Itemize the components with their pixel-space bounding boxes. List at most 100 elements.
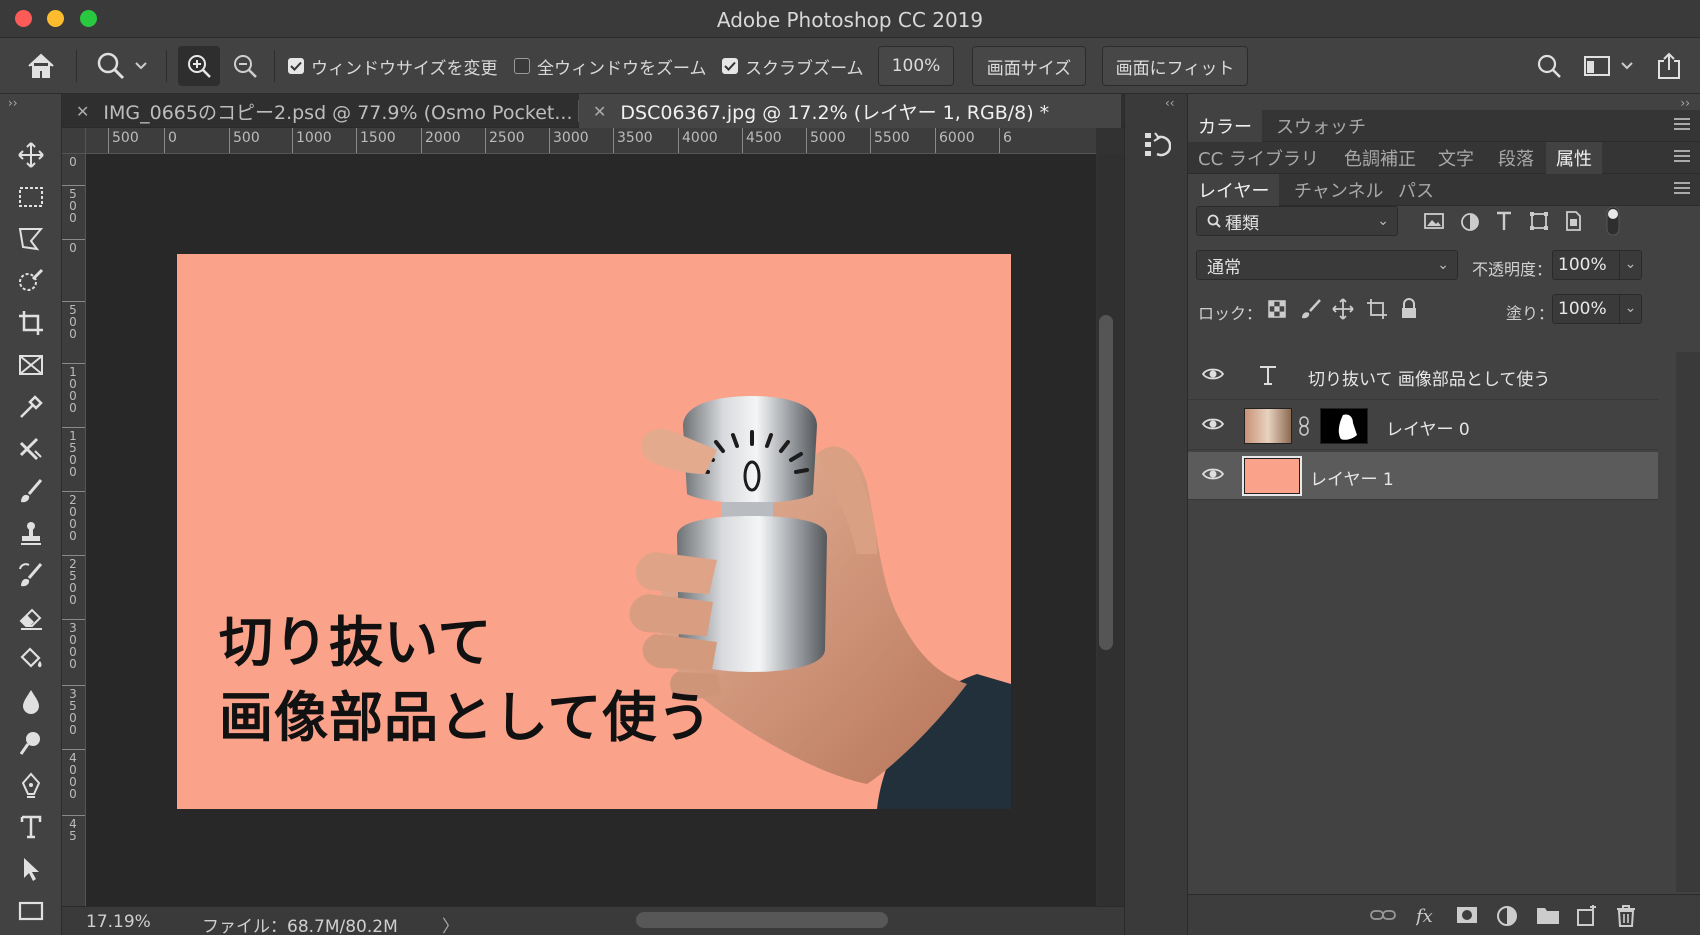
crop-tool[interactable] — [14, 306, 48, 340]
resize-windows-checkbox[interactable]: ウィンドウサイズを変更 — [288, 46, 498, 86]
blend-mode-select[interactable]: 通常 ⌄ — [1196, 250, 1458, 280]
tab-paragraph[interactable]: 段落 — [1488, 142, 1544, 174]
tab-properties[interactable]: 属性 — [1546, 142, 1602, 174]
rectangle-tool[interactable] — [14, 894, 48, 928]
vertical-ruler[interactable]: 0 500 0 500 1000 1500 2000 2500 3000 350… — [62, 154, 86, 906]
collapse-tools-icon[interactable]: ›› — [8, 96, 18, 110]
eye-icon[interactable] — [1202, 416, 1224, 432]
zoom-100-button[interactable]: 100% — [878, 46, 954, 86]
paint-bucket-tool[interactable] — [14, 642, 48, 676]
close-tab-icon[interactable]: ✕ — [593, 102, 606, 121]
expand-dock-icon[interactable]: ‹‹ — [1165, 96, 1175, 110]
lock-position-button[interactable] — [1332, 298, 1354, 324]
filter-adjustment-button[interactable] — [1460, 212, 1480, 236]
checkbox-unchecked — [514, 58, 530, 74]
zoom-level[interactable]: 17.19% — [86, 912, 151, 932]
zoom-all-windows-checkbox[interactable]: 全ウィンドウをズーム — [514, 46, 707, 86]
trash-icon[interactable] — [1616, 905, 1636, 927]
layers-scrollbar[interactable] — [1676, 352, 1700, 892]
fit-screen-button[interactable]: 画面にフィット — [1102, 46, 1248, 86]
tab-swatches[interactable]: スウォッチ — [1266, 110, 1376, 142]
horizontal-ruler[interactable]: 500 0 500 1000 1500 2000 2500 3000 3500 … — [86, 128, 1096, 154]
fx-icon[interactable]: fx — [1416, 905, 1442, 927]
layer-mask-thumbnail[interactable] — [1320, 408, 1368, 444]
frame-tool[interactable] — [14, 348, 48, 382]
share-button[interactable] — [1656, 46, 1682, 86]
vertical-scroll-thumb[interactable] — [1099, 315, 1113, 650]
tab-layers[interactable]: レイヤー — [1188, 174, 1280, 206]
ruler-label: 45 — [62, 815, 85, 842]
adjustment-layer-icon[interactable] — [1496, 905, 1518, 927]
library-panel-tabs: CC ライブラリ 色調補正 文字 段落 属性 — [1188, 142, 1700, 174]
lock-image-pixels-button[interactable] — [1300, 298, 1322, 324]
fit-canvas-size-button[interactable]: 画面サイズ — [972, 46, 1086, 86]
collapse-panels-icon[interactable]: ›› — [1680, 96, 1690, 110]
home-button[interactable] — [26, 46, 56, 86]
ruler-origin[interactable] — [62, 128, 86, 154]
quick-selection-tool[interactable] — [14, 264, 48, 298]
clone-stamp-tool[interactable] — [14, 516, 48, 550]
resize-windows-label: ウィンドウサイズを変更 — [311, 58, 498, 79]
eye-icon[interactable] — [1202, 466, 1224, 482]
filter-pixel-button[interactable] — [1424, 212, 1444, 234]
eyedropper-tool[interactable] — [14, 390, 48, 424]
scrubby-zoom-checkbox[interactable]: スクラブズーム — [722, 46, 864, 86]
link-icon[interactable] — [1298, 416, 1310, 436]
fill-input[interactable]: 100% ⌄ — [1552, 294, 1642, 324]
filter-shape-button[interactable] — [1528, 210, 1550, 236]
close-tab-icon[interactable]: ✕ — [76, 102, 89, 121]
tab-adjustments[interactable]: 色調補正 — [1334, 142, 1426, 174]
tab-color[interactable]: カラー — [1188, 110, 1262, 142]
horizontal-scroll-thumb[interactable] — [636, 912, 888, 928]
filter-type-button[interactable] — [1494, 210, 1514, 236]
rectangular-marquee-tool[interactable] — [14, 180, 48, 214]
document-canvas[interactable]: 切り抜いて 画像部品として使う — [177, 254, 1011, 809]
workspace-switcher[interactable] — [1584, 46, 1634, 86]
tab-img0665[interactable]: ✕ IMG_0665のコピー2.psd @ 77.9% (Osmo Pocket… — [62, 94, 578, 128]
add-mask-icon[interactable] — [1456, 905, 1478, 925]
filter-smart-object-button[interactable] — [1562, 210, 1584, 236]
pen-tool[interactable] — [14, 768, 48, 802]
tab-character[interactable]: 文字 — [1428, 142, 1484, 174]
search-button[interactable] — [1536, 46, 1562, 86]
lasso-tool[interactable] — [14, 222, 48, 256]
zoom-tool-preset-picker[interactable] — [96, 46, 148, 86]
tools-panel: ›› — [0, 94, 62, 935]
tab-cc-libraries[interactable]: CC ライブラリ — [1188, 142, 1329, 174]
eraser-tool[interactable] — [14, 600, 48, 634]
lock-artboard-button[interactable] — [1366, 298, 1388, 324]
status-menu-arrow[interactable]: 〉 — [442, 912, 459, 935]
layer-row-text[interactable]: 切り抜いて 画像部品として使う — [1188, 352, 1658, 400]
healing-brush-tool[interactable] — [14, 432, 48, 466]
canvas-area[interactable]: 切り抜いて 画像部品として使う — [86, 154, 1096, 906]
new-group-icon[interactable] — [1536, 905, 1560, 925]
layer-filter-select[interactable]: 種類 ⌄ — [1196, 206, 1398, 236]
tab-paths[interactable]: パス — [1388, 174, 1444, 206]
history-panel-button[interactable] — [1143, 130, 1172, 164]
zoom-in-mode-button[interactable] — [178, 46, 220, 86]
filter-toggle[interactable] — [1606, 206, 1620, 240]
opacity-input[interactable]: 100% ⌄ — [1552, 250, 1642, 280]
blur-tool[interactable] — [14, 684, 48, 718]
path-selection-tool[interactable] — [14, 852, 48, 886]
chevron-down-icon[interactable]: ⌄ — [1619, 295, 1641, 323]
panel-menu-icon[interactable] — [1674, 182, 1690, 196]
move-tool[interactable] — [14, 138, 48, 172]
layer-row-fill[interactable]: レイヤー 1 — [1188, 452, 1658, 500]
zoom-out-mode-button[interactable] — [232, 46, 258, 86]
link-layers-icon[interactable] — [1370, 905, 1396, 925]
type-tool[interactable] — [14, 810, 48, 844]
new-layer-icon[interactable] — [1576, 905, 1598, 927]
eye-icon[interactable] — [1202, 366, 1224, 382]
tab-dsc06367[interactable]: ✕ DSC06367.jpg @ 17.2% (レイヤー 1, RGB/8) * — [579, 94, 1121, 128]
history-brush-tool[interactable] — [14, 558, 48, 592]
dodge-tool[interactable] — [14, 726, 48, 760]
panel-menu-icon[interactable] — [1674, 118, 1690, 132]
panel-menu-icon[interactable] — [1674, 150, 1690, 164]
lock-all-button[interactable] — [1400, 298, 1418, 324]
chevron-down-icon[interactable]: ⌄ — [1619, 251, 1641, 279]
lock-transparent-pixels-button[interactable] — [1268, 300, 1286, 322]
layer-row-image[interactable]: レイヤー 0 — [1188, 402, 1658, 450]
brush-tool[interactable] — [14, 474, 48, 508]
tab-channels[interactable]: チャンネル — [1284, 174, 1393, 206]
